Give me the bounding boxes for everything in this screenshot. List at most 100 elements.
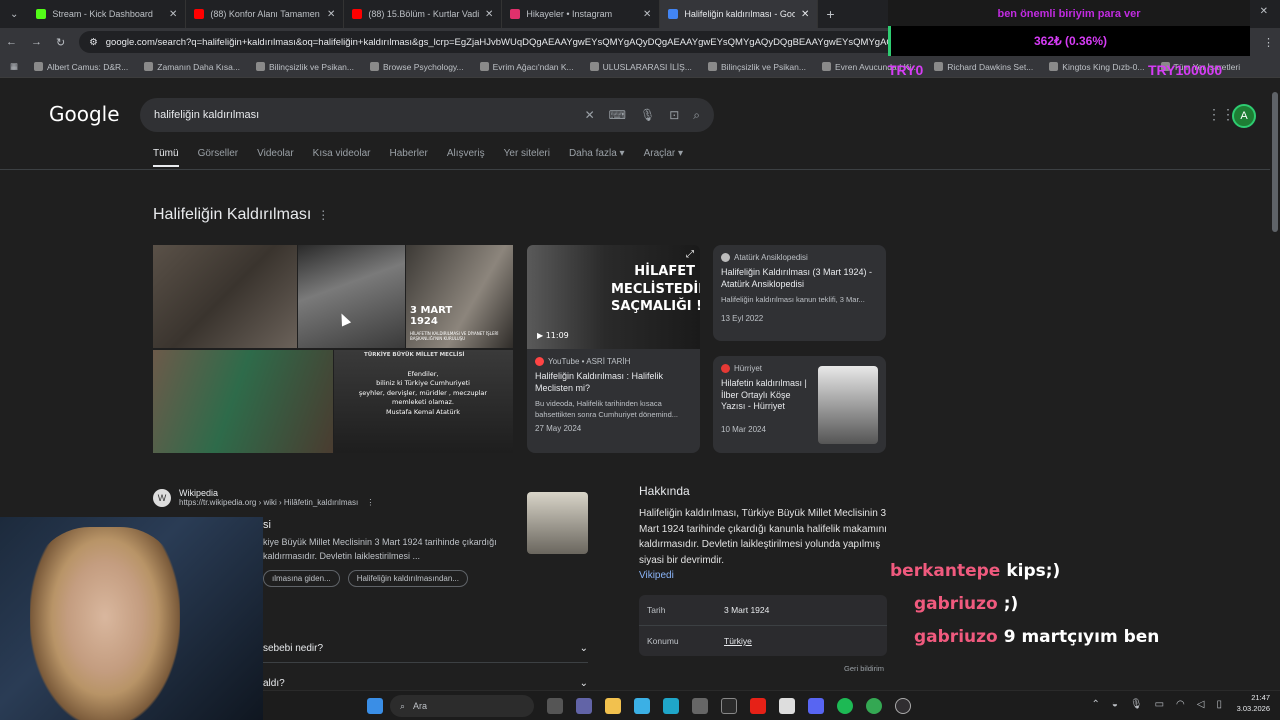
avatar[interactable]: A <box>1232 104 1256 128</box>
new-tab-button[interactable]: + <box>818 6 842 22</box>
microphone-icon[interactable]: 🎙 <box>640 108 655 122</box>
feedback-link[interactable]: Geri bildirim <box>844 664 884 673</box>
search-input[interactable]: halifeliğin kaldırılması <box>154 109 571 121</box>
obs-icon[interactable] <box>895 698 911 714</box>
tab-close-icon[interactable]: ✕ <box>485 9 493 20</box>
sitelink-chip[interactable]: ılmasına giden... <box>263 570 340 587</box>
back-icon[interactable]: ← <box>6 36 17 48</box>
result-card[interactable]: YouTube • ASRİ TARİH Halifeliğin Kaldırı… <box>527 349 700 453</box>
bookmark-item[interactable]: Bilinçsizlik ve Psikan... <box>707 62 806 72</box>
tab-videos[interactable]: Videolar <box>257 148 294 167</box>
bookmark-item[interactable]: Albert Camus: D&R... <box>34 62 128 72</box>
close-window-icon[interactable]: ✕ <box>1260 6 1268 17</box>
task-view-icon[interactable] <box>547 698 563 714</box>
apps-icon[interactable]: ▦ <box>10 61 18 72</box>
youtube-icon[interactable] <box>750 698 766 714</box>
file-explorer-icon[interactable] <box>605 698 621 714</box>
bookmark-item[interactable]: Bilinçsizlik ve Psikan... <box>255 62 354 72</box>
browser-tab[interactable]: (88) Konfor Alanı Tamamen Bi ✕ <box>186 0 345 28</box>
tab-news[interactable]: Haberler <box>389 148 427 167</box>
card-snippet: Halifeliğin kaldırılması kanun teklifi, … <box>721 295 865 305</box>
browser-tab[interactable]: Hikayeler • Instagram ✕ <box>502 0 661 28</box>
volume-icon[interactable]: ◁ <box>1197 699 1205 710</box>
history-photo[interactable]: 3 MART 1924 HİLAFETİN KALDIRILMASI VE Dİ… <box>406 245 513 348</box>
page-scrollbar[interactable] <box>1270 80 1280 690</box>
wifi-icon[interactable]: ◠ <box>1176 699 1185 710</box>
tab-shopping[interactable]: Alışveriş <box>447 148 485 167</box>
kp-more-icon[interactable]: ⋮ <box>317 208 329 222</box>
result-title[interactable]: si <box>263 519 271 531</box>
forward-icon[interactable]: → <box>31 36 42 48</box>
tab-places[interactable]: Yer siteleri <box>504 148 550 167</box>
result-thumbnail[interactable] <box>527 492 588 554</box>
keyboard-icon[interactable]: ⌨ <box>609 108 626 122</box>
tab-tools[interactable]: Araçlar ▾ <box>644 148 683 167</box>
display-icon[interactable]: ▭ <box>1155 699 1164 710</box>
site-info-icon[interactable]: ⚙ <box>89 37 98 48</box>
kick-favicon-icon <box>36 9 47 19</box>
clock-time: 21:47 <box>1251 693 1270 702</box>
video-thumbnail[interactable]: HİLAFET MECLİSTEDİR SAÇMALIĞI ! ▶ 11:09 … <box>527 245 700 349</box>
history-photo[interactable] <box>298 245 405 348</box>
bookmark-item[interactable]: Evrim Ağacı'ndan K... <box>479 62 574 72</box>
clock[interactable]: 21:47 3.03.2026 <box>1237 693 1270 714</box>
network-icon[interactable]: ◒ <box>1112 699 1118 710</box>
chatgpt-icon[interactable] <box>721 698 737 714</box>
clear-icon[interactable]: ✕ <box>585 108 595 122</box>
history-photo[interactable] <box>153 350 333 453</box>
tab-all[interactable]: Tümü <box>153 148 179 167</box>
tab-search-icon[interactable]: ⌄ <box>0 9 28 20</box>
search-icon[interactable]: ⌕ <box>693 108 700 123</box>
menu-icon[interactable]: ⋮ <box>1263 36 1274 49</box>
scrollbar-thumb[interactable] <box>1272 92 1278 232</box>
bookmark-item[interactable]: Zamanın Daha Kısa... <box>144 62 240 72</box>
card-title[interactable]: Halifeliğin Kaldırılması : Halifelik Mec… <box>535 371 692 394</box>
battery-icon[interactable]: ▯ <box>1216 699 1222 710</box>
wikipedia-link[interactable]: Vikipedi <box>639 570 674 581</box>
youtube-icon <box>535 357 544 366</box>
browser-tab[interactable]: Stream - Kick Dashboard ✕ <box>28 0 187 28</box>
result-card[interactable]: Atatürk Ansiklopedisi Halifeliğin Kaldır… <box>713 245 886 341</box>
bookmark-item[interactable]: Kingtos King Dızb-0... <box>1049 62 1145 72</box>
wikipedia-result[interactable]: W Wikipedia https://tr.wikipedia.org › w… <box>153 488 374 507</box>
sitelink-chip[interactable]: Halifeliğin kaldırılmasından... <box>347 570 468 587</box>
tab-close-icon[interactable]: ✕ <box>643 9 651 20</box>
expand-icon[interactable]: ⤢ <box>686 249 694 260</box>
reload-icon[interactable]: ↻ <box>56 36 65 49</box>
teams-icon[interactable] <box>576 698 592 714</box>
browser-tab-active[interactable]: Halifeliğin kaldırılması - Google ✕ <box>660 0 819 28</box>
bookmark-item[interactable]: Browse Psychology... <box>370 62 464 72</box>
result-more-icon[interactable]: ⋮ <box>366 498 374 507</box>
bookmark-item[interactable]: ULUSLARARASI İLİŞ... <box>589 62 692 72</box>
tab-close-icon[interactable]: ✕ <box>327 9 335 20</box>
lens-icon[interactable]: ⊡ <box>669 108 679 122</box>
chrome-icon[interactable] <box>866 698 882 714</box>
spotify-icon[interactable] <box>837 698 853 714</box>
microphone-icon[interactable]: 🎙 <box>1130 699 1143 710</box>
bookmark-item[interactable]: Richard Dawkins Set... <box>934 62 1033 72</box>
discord-icon[interactable] <box>808 698 824 714</box>
chevron-up-icon[interactable]: ⌃ <box>1091 699 1099 710</box>
edge-icon[interactable] <box>663 698 679 714</box>
tab-close-icon[interactable]: ✕ <box>801 9 809 20</box>
search-box[interactable]: halifeliğin kaldırılması ✕ ⌨ 🎙 ⊡ ⌕ <box>140 98 714 132</box>
google-logo[interactable]: Google <box>49 102 120 126</box>
copilot-icon[interactable] <box>634 698 650 714</box>
quote-image[interactable]: TÜRKİYE BÜYÜK MİLLET MECLİSİ Efendiler, … <box>334 350 513 453</box>
tab-more[interactable]: Daha fazla ▾ <box>569 148 625 167</box>
windows-start-icon[interactable] <box>367 698 383 714</box>
tab-close-icon[interactable]: ✕ <box>169 9 177 20</box>
browser-tab[interactable]: (88) 15.Bölüm - Kurtlar Vadisi ✕ <box>344 0 503 28</box>
taskbar-search[interactable]: ⌕ Ara <box>390 695 534 717</box>
capcut-icon[interactable] <box>779 698 795 714</box>
bookmark-icon <box>370 62 379 71</box>
result-card[interactable]: Hürriyet Hilafetin kaldırılması | İlber … <box>713 356 886 453</box>
card-title[interactable]: Halifeliğin Kaldırılması (3 Mart 1924) -… <box>721 267 878 290</box>
store-icon[interactable] <box>692 698 708 714</box>
card-title[interactable]: Hilafetin kaldırılması | İlber Ortaylı K… <box>721 378 813 413</box>
history-photo[interactable] <box>153 245 297 348</box>
tab-images[interactable]: Görseller <box>198 148 239 167</box>
fact-value[interactable]: Türkiye <box>724 636 752 646</box>
tab-short-videos[interactable]: Kısa videolar <box>313 148 371 167</box>
related-question[interactable]: sebebi nedir? ⌄ <box>263 643 588 663</box>
